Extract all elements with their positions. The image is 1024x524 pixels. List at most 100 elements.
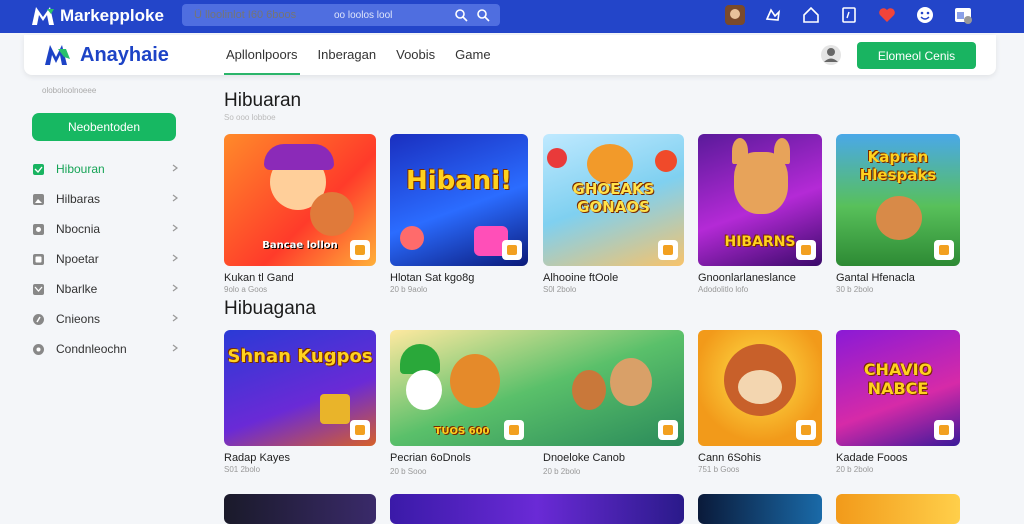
tab-inberagan[interactable]: Inberagan: [318, 35, 377, 75]
game-title[interactable]: Pecrian 6oDnols: [390, 452, 471, 464]
chevron-right-icon: [172, 254, 178, 262]
app-brand-name: Anayhaie: [80, 43, 169, 66]
game-thumbnail[interactable]: GHOEAKS GONAOS: [543, 134, 684, 266]
tab-applications[interactable]: Apllonlpoors: [224, 35, 300, 75]
game-badge-icon: [934, 240, 954, 260]
game-title[interactable]: Kadade Fooos: [836, 452, 960, 464]
game-thumbnail[interactable]: Shnan Kugpos: [224, 330, 376, 446]
section-title: Hibuaran: [224, 90, 302, 111]
game-title[interactable]: Hlotan Sat kgo8g: [390, 272, 528, 284]
game-title[interactable]: Gantal Hfenacla: [836, 272, 960, 284]
sidebar: oloboloolnoeee Neobentoden Hibouran Hilb…: [20, 80, 198, 512]
game-thumbnail[interactable]: CHAVIO NABCE: [836, 330, 960, 446]
shape-icon[interactable]: [762, 4, 784, 26]
game-card[interactable]: HIBARNS Gnoonlarlaneslance Adodolitlo lo…: [698, 134, 822, 294]
game-meta: 30 b 2bolo: [836, 285, 874, 294]
user-icon[interactable]: [820, 44, 842, 66]
sidebar-item-label: Condnleochn: [56, 342, 127, 356]
game-meta: S0l 2bolo: [543, 285, 577, 294]
screen-icon: [33, 253, 44, 265]
sidebar-item-condnleochn[interactable]: Condnleochn: [32, 334, 192, 364]
header-cta-button[interactable]: Elomeol Cenis: [857, 42, 976, 69]
game-title[interactable]: Cann 6Sohis: [698, 452, 822, 464]
main-nav: Apllonlpoors Inberagan Voobis Game: [224, 35, 491, 75]
message-icon: [33, 223, 44, 235]
game-title[interactable]: Kukan tl Gand: [224, 272, 376, 284]
avatar-icon[interactable]: [724, 4, 746, 26]
sidebar-item-hibouran[interactable]: Hibouran: [32, 154, 192, 184]
game-card[interactable]: Shnan Kugpos Radap Kayes S01 2bolo: [224, 330, 376, 474]
search-bar[interactable]: oo loolos lool: [182, 4, 500, 26]
game-badge-icon: [502, 240, 522, 260]
game-meta: 9olo a Goos: [224, 285, 268, 294]
tag-icon[interactable]: [838, 4, 860, 26]
game-card[interactable]: CHAVIO NABCE Kadade Fooos 20 b 2bolo: [836, 330, 960, 474]
chevron-right-icon: [172, 314, 178, 322]
game-title[interactable]: Gnoonlarlaneslance: [698, 272, 822, 284]
search-icon[interactable]: [454, 8, 468, 22]
chevron-right-icon: [172, 224, 178, 232]
sidebar-list: Hibouran Hilbaras Nbocnia Npoetar Nbarlk…: [32, 154, 192, 364]
search-input[interactable]: [194, 9, 324, 21]
game-title[interactable]: Radap Kayes: [224, 452, 376, 464]
game-badge-icon: [350, 240, 370, 260]
brand-name: Markepploke: [60, 6, 164, 25]
section-title: Hibuagana: [224, 298, 316, 319]
game-badge-icon: [934, 420, 954, 440]
chevron-right-icon: [172, 344, 178, 352]
game-meta: S01 2bolo: [224, 465, 261, 474]
search-submit-icon[interactable]: [476, 8, 490, 22]
app-brand[interactable]: Anayhaie: [44, 43, 169, 67]
game-title[interactable]: Alhooine ftOole: [543, 272, 684, 284]
section-header: Hibuagana: [224, 298, 316, 320]
heart-icon[interactable]: [876, 4, 898, 26]
brand-logo-icon: [32, 7, 54, 25]
game-badge-icon: [658, 420, 678, 440]
game-title[interactable]: Dnoeloke Canob: [543, 452, 625, 464]
gear-icon: [33, 343, 44, 355]
game-thumbnail[interactable]: Hibani!: [390, 134, 528, 266]
sidebar-primary-button[interactable]: Neobentoden: [32, 113, 176, 141]
sidebar-item-label: Nbocnia: [56, 222, 101, 236]
game-meta: 20 b 2bolo: [543, 467, 581, 476]
game-meta: 20 b 2bolo: [836, 465, 874, 474]
sidebar-item-label: Cnieons: [56, 312, 101, 326]
sidebar-caption: oloboloolnoeee: [42, 86, 97, 95]
home-icon[interactable]: [800, 4, 822, 26]
app-header: Anayhaie Apllonlpoors Inberagan Voobis G…: [24, 35, 996, 75]
sidebar-item-label: Nbarlke: [56, 282, 98, 296]
browser-icon[interactable]: [952, 4, 974, 26]
sidebar-item-hilbaras[interactable]: Hilbaras: [32, 184, 192, 214]
sidebar-item-cnieons[interactable]: Cnieons: [32, 304, 192, 334]
sidebar-item-nbarlke[interactable]: Nbarlke: [32, 274, 192, 304]
game-thumbnail[interactable]: HIBARNS: [698, 134, 822, 266]
smile-icon[interactable]: [914, 4, 936, 26]
sidebar-item-label: Hilbaras: [56, 192, 101, 206]
game-thumbnail[interactable]: Kapran Hlespaks: [836, 134, 960, 266]
game-badge-icon: [796, 420, 816, 440]
sidebar-item-npoetar[interactable]: Npoetar: [32, 244, 192, 274]
game-thumbnail[interactable]: [698, 494, 822, 524]
top-bar: Markepploke oo loolos lool: [0, 0, 1024, 33]
marketplace-brand[interactable]: Markepploke: [30, 4, 164, 28]
game-card[interactable]: Cann 6Sohis 751 b Goos: [698, 330, 822, 474]
game-badge-icon: [504, 420, 524, 440]
game-card[interactable]: Bancae lollon Kukan tl Gand 9olo a Goos: [224, 134, 376, 294]
chevron-right-icon: [172, 194, 178, 202]
game-thumbnail[interactable]: Bancae lollon: [224, 134, 376, 266]
tab-voobis[interactable]: Voobis: [396, 35, 435, 75]
game-card[interactable]: Kapran Hlespaks Gantal Hfenacla 30 b 2bo…: [836, 134, 960, 294]
game-thumbnail[interactable]: TUOS 600: [390, 330, 684, 446]
game-thumbnail[interactable]: [390, 494, 684, 524]
tab-game[interactable]: Game: [455, 35, 490, 75]
game-thumbnail[interactable]: [698, 330, 822, 446]
game-card[interactable]: TUOS 600 Pecrian 6oDnols 20 b Sooo Dnoel…: [390, 330, 684, 476]
game-thumbnail[interactable]: [224, 494, 376, 524]
game-meta: Adodolitlo lofo: [698, 285, 749, 294]
chevron-right-icon: [172, 164, 178, 172]
game-card[interactable]: Hibani! Hlotan Sat kgo8g 20 b 9aolo: [390, 134, 528, 294]
image-icon: [33, 193, 44, 205]
game-thumbnail[interactable]: [836, 494, 960, 524]
sidebar-item-nbocnia[interactable]: Nbocnia: [32, 214, 192, 244]
game-card[interactable]: GHOEAKS GONAOS Alhooine ftOole S0l 2bolo: [543, 134, 684, 294]
